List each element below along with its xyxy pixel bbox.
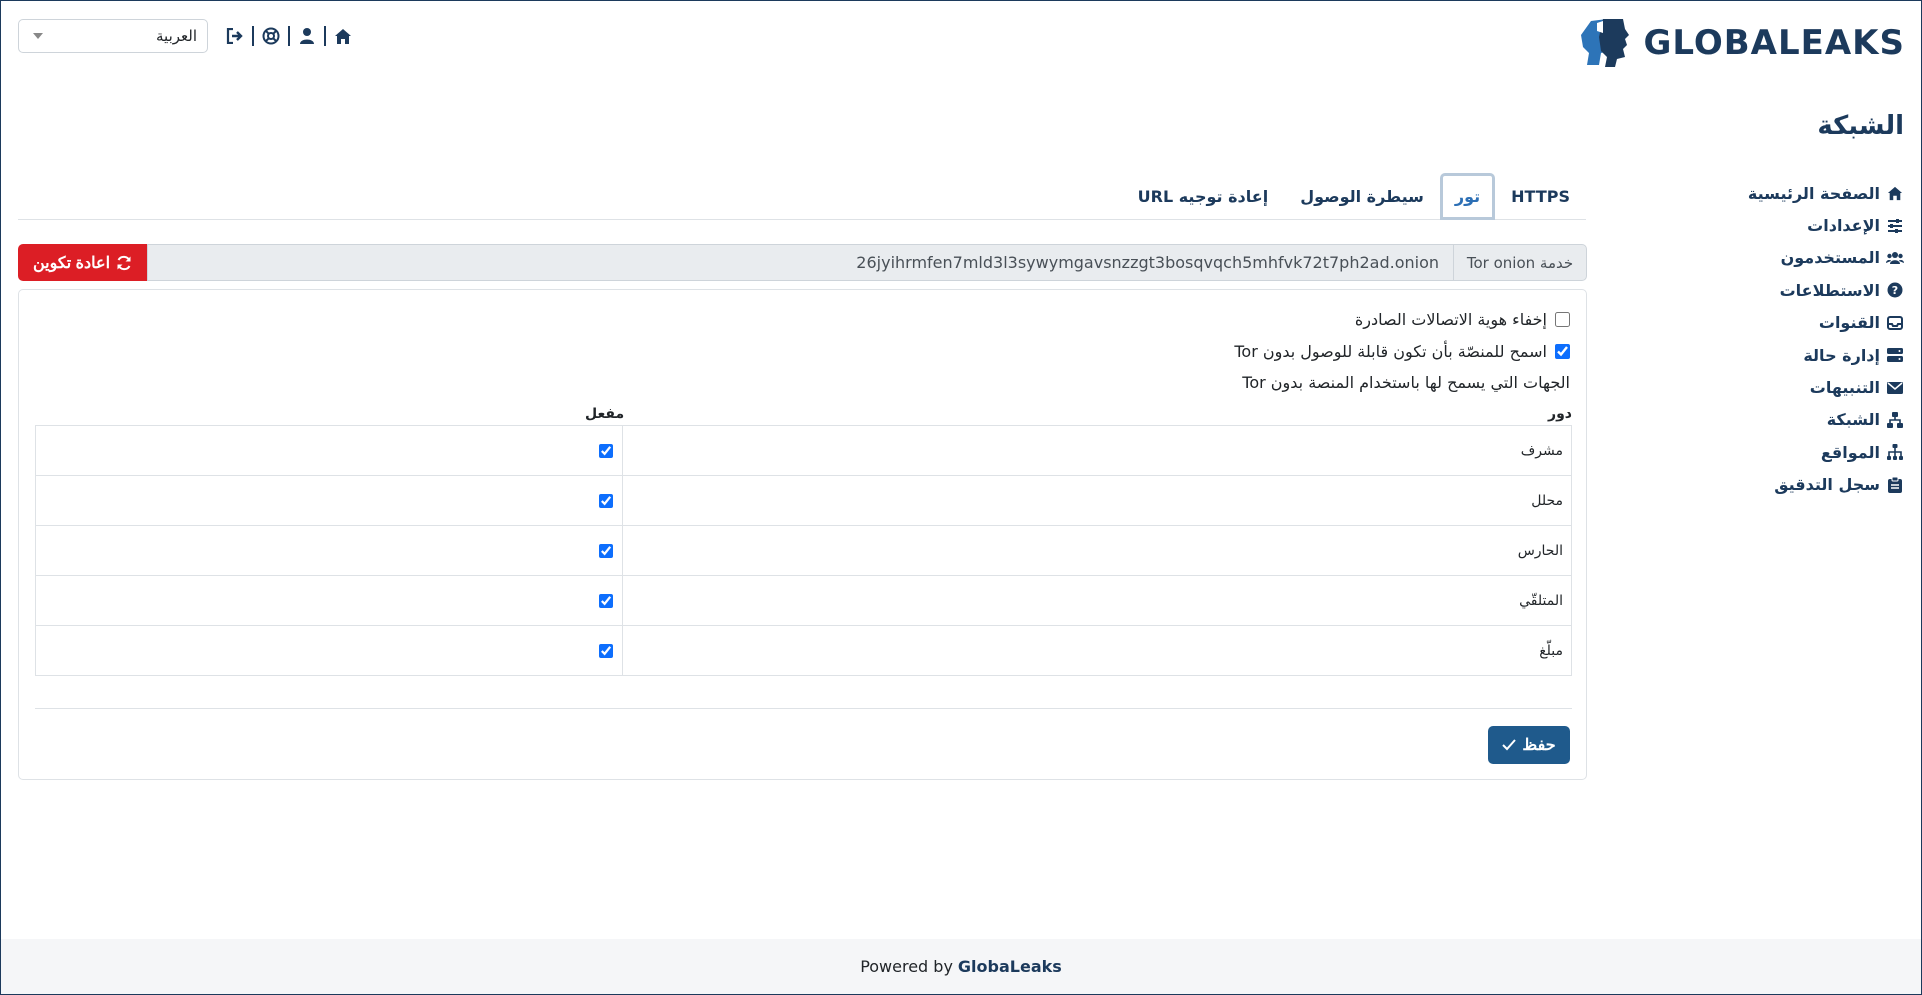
- users-icon: [1886, 249, 1904, 267]
- sidebar-item-label: الصفحة الرئيسية: [1747, 183, 1880, 203]
- roles-table-header: دور مفعل: [35, 406, 1572, 426]
- clipboard-icon: [1886, 476, 1904, 494]
- onion-service-row: اعادة تكوين 26jyihrmfen7mld3l3sywymgavsn…: [18, 244, 1587, 281]
- separator: [252, 26, 254, 46]
- sidebar-item-case-management[interactable]: إدارة حالة: [1704, 339, 1904, 371]
- allowed-parties-text: الجهات التي يسمح لها باستخدام المنصة بدو…: [1242, 373, 1570, 392]
- globaleaks-logo-icon: [1581, 19, 1630, 67]
- roles-table: مشرف محلل الحارس المتلقّي مبلّغ: [35, 425, 1572, 676]
- role-enabled-checkbox-analyst[interactable]: [599, 493, 613, 508]
- logo[interactable]: GLOBALEAKS: [1577, 17, 1905, 69]
- role-name: محلل: [622, 475, 1572, 526]
- role-enabled-checkbox-whistleblower[interactable]: [599, 643, 613, 658]
- sidebar-item-label: الشبكة: [1826, 410, 1880, 430]
- sidebar-item-sites[interactable]: المواقع: [1704, 436, 1904, 468]
- home-icon[interactable]: [332, 25, 354, 47]
- anonymize-outgoing-checkbox[interactable]: [1555, 312, 1570, 327]
- anonymize-outgoing-label: إخفاء هوية الاتصالات الصادرة: [1354, 310, 1547, 329]
- tab-https[interactable]: HTTPS: [1495, 174, 1586, 219]
- reconfigure-label: اعادة تكوين: [33, 254, 111, 272]
- app-frame: GLOBALEAKS العربية الشبكة الصفحة الرئيسي…: [1, 1, 1921, 994]
- role-name: المتلقّي: [622, 575, 1572, 626]
- check-icon: [1502, 739, 1517, 751]
- table-row: مشرف: [35, 425, 1572, 476]
- network-icon: [1886, 411, 1904, 429]
- sidebar-item-label: القنوات: [1818, 313, 1880, 333]
- sidebar-item-notifications[interactable]: التنبيهات: [1704, 371, 1904, 403]
- sidebar-item-settings[interactable]: الإعدادات: [1704, 209, 1904, 241]
- sidebar: الصفحة الرئيسية الإعدادات المستخدمون ? ا…: [1704, 177, 1904, 501]
- role-enabled-checkbox-recipient[interactable]: [599, 593, 613, 608]
- reconfigure-button[interactable]: اعادة تكوين: [18, 244, 147, 281]
- allow-without-tor-checkbox[interactable]: [1555, 344, 1570, 359]
- role-name: مبلّغ: [622, 625, 1572, 676]
- sliders-icon: [1886, 217, 1904, 235]
- enabled-column-header: مفعل: [585, 406, 625, 422]
- sidebar-item-label: سجل التدقيق: [1774, 475, 1880, 495]
- svg-text:?: ?: [1892, 284, 1898, 297]
- sidebar-item-audit-log[interactable]: سجل التدقيق: [1704, 469, 1904, 501]
- refresh-icon: [117, 255, 131, 270]
- tor-settings-card: إخفاء هوية الاتصالات الصادرة اسمح للمنصّ…: [18, 289, 1587, 780]
- anonymize-outgoing-row[interactable]: إخفاء هوية الاتصالات الصادرة: [1355, 310, 1570, 329]
- table-row: مبلّغ: [35, 625, 1572, 676]
- tab-url-redirects[interactable]: إعادة توجيه URL: [1122, 174, 1285, 219]
- home-icon: [1886, 184, 1904, 202]
- user-icon[interactable]: [296, 25, 318, 47]
- onion-service-label: خدمة Tor onion: [1453, 244, 1587, 281]
- sidebar-item-home[interactable]: الصفحة الرئيسية: [1704, 177, 1904, 209]
- question-icon: ?: [1886, 281, 1904, 299]
- table-row: الحارس: [35, 525, 1572, 576]
- sidebar-item-label: إدارة حالة: [1803, 345, 1880, 365]
- language-value: العربية: [156, 27, 197, 45]
- sitemap-icon: [1886, 443, 1904, 461]
- role-column-header: دور: [1548, 406, 1572, 422]
- sidebar-item-label: الاستطلاعات: [1779, 280, 1880, 300]
- save-label: حفظ: [1522, 737, 1556, 754]
- inbox-icon: [1886, 314, 1904, 332]
- tab-tor[interactable]: تور: [1439, 173, 1496, 220]
- role-name: مشرف: [622, 425, 1572, 476]
- language-select[interactable]: العربية: [18, 19, 208, 53]
- allow-without-tor-label: اسمح للمنصّة بأن تكون قابلة للوصول بدون …: [1234, 342, 1547, 361]
- allow-without-tor-row[interactable]: اسمح للمنصّة بأن تكون قابلة للوصول بدون …: [1234, 342, 1570, 361]
- sidebar-item-network[interactable]: الشبكة: [1704, 404, 1904, 436]
- sidebar-item-label: الإعدادات: [1807, 216, 1880, 236]
- sidebar-item-users[interactable]: المستخدمون: [1704, 242, 1904, 274]
- logo-text: GLOBALEAKS: [1643, 23, 1905, 63]
- tab-bar: HTTPS تور سيطرة الوصول إعادة توجيه URL: [18, 173, 1586, 220]
- sidebar-item-channels[interactable]: القنوات: [1704, 307, 1904, 339]
- sidebar-item-label: التنبيهات: [1809, 378, 1880, 398]
- tab-access-control[interactable]: سيطرة الوصول: [1284, 174, 1440, 219]
- page-title: الشبكة: [1817, 111, 1904, 141]
- footer: Powered by GlobaLeaks: [1, 939, 1921, 994]
- footer-brand-link[interactable]: GlobaLeaks: [958, 957, 1062, 976]
- sidebar-item-label: المستخدمون: [1780, 248, 1880, 268]
- separator: [288, 26, 290, 46]
- role-name: الحارس: [622, 525, 1572, 576]
- server-icon: [1886, 346, 1904, 364]
- save-button[interactable]: حفظ: [1488, 726, 1570, 764]
- support-icon[interactable]: [260, 25, 282, 47]
- sidebar-item-questionnaires[interactable]: ? الاستطلاعات: [1704, 274, 1904, 306]
- table-row: محلل: [35, 475, 1572, 526]
- table-row: المتلقّي: [35, 575, 1572, 626]
- chevron-down-icon: [33, 33, 43, 39]
- onion-address-field[interactable]: 26jyihrmfen7mld3l3sywymgavsnzzgt3bosqvqc…: [147, 244, 1453, 281]
- footer-prefix: Powered by: [860, 957, 953, 976]
- envelope-icon: [1886, 379, 1904, 397]
- divider: [35, 708, 1572, 709]
- separator: [324, 26, 326, 46]
- logout-icon[interactable]: [224, 25, 246, 47]
- role-enabled-checkbox-admin[interactable]: [599, 443, 613, 458]
- role-enabled-checkbox-custodian[interactable]: [599, 543, 613, 558]
- sidebar-item-label: المواقع: [1820, 442, 1880, 462]
- top-controls: العربية: [18, 19, 354, 53]
- header-icon-bar: [224, 25, 354, 47]
